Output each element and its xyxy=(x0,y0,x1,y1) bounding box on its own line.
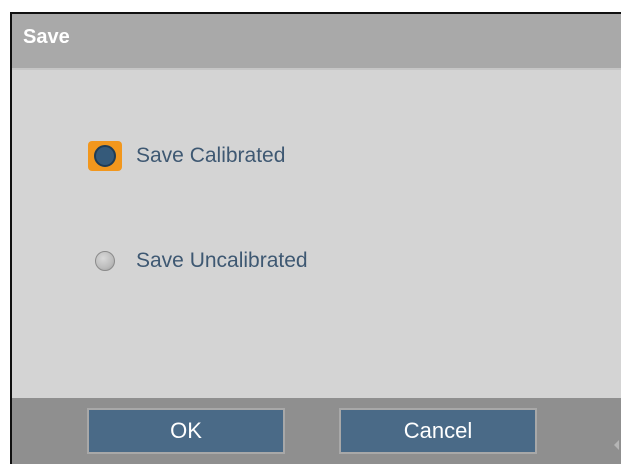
ok-button[interactable]: OK xyxy=(87,408,285,454)
save-calibrated-label[interactable]: Save Calibrated xyxy=(136,144,285,168)
cancel-button[interactable]: Cancel xyxy=(339,408,537,454)
save-dialog: Save Save Calibrated Save Uncalibrated O… xyxy=(10,12,621,464)
save-uncalibrated-radio[interactable] xyxy=(88,246,122,276)
dialog-title: Save xyxy=(23,26,70,48)
save-uncalibrated-option[interactable]: Save Uncalibrated xyxy=(88,244,308,278)
save-calibrated-radio[interactable] xyxy=(88,141,122,171)
radio-checked-icon xyxy=(94,145,116,167)
dialog-footer: OK Cancel xyxy=(12,398,621,464)
dialog-titlebar[interactable]: Save xyxy=(12,14,621,70)
save-uncalibrated-label[interactable]: Save Uncalibrated xyxy=(136,249,308,273)
radio-unchecked-icon xyxy=(95,251,115,271)
save-calibrated-option[interactable]: Save Calibrated xyxy=(88,139,285,173)
resize-grip-icon[interactable] xyxy=(614,440,619,450)
